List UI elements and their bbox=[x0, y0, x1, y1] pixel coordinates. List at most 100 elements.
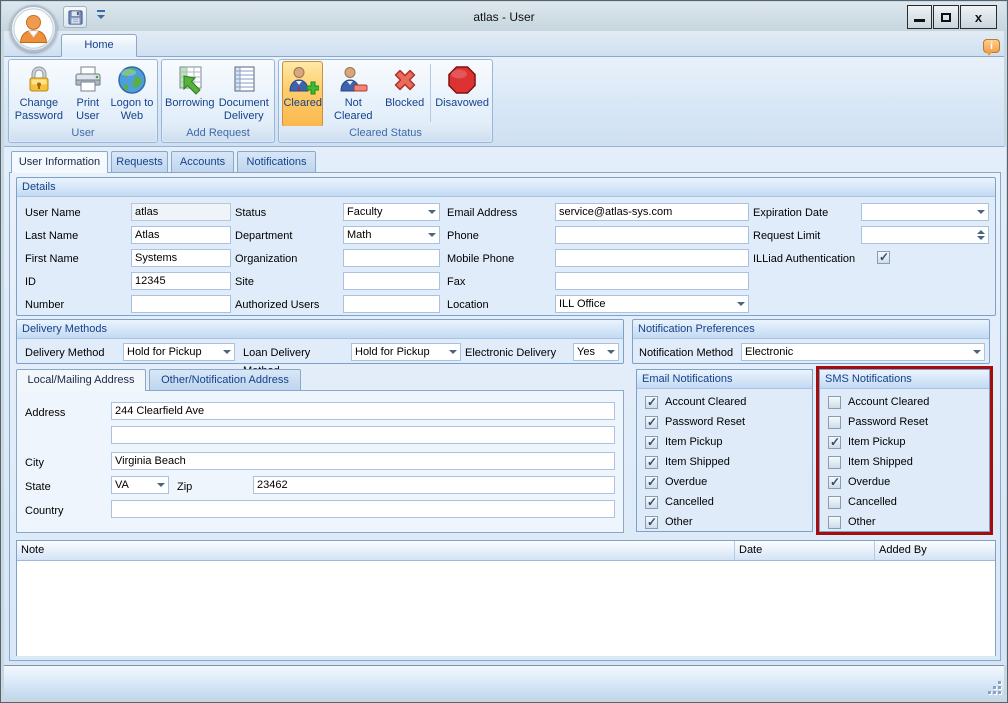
sms-overdue-checkbox[interactable] bbox=[828, 475, 841, 489]
checkbox-label: Item Shipped bbox=[665, 456, 730, 468]
phone-field[interactable] bbox=[555, 226, 749, 244]
app-menu-button[interactable] bbox=[10, 5, 57, 52]
last-name-field[interactable]: Atlas bbox=[131, 226, 231, 244]
state-label: State bbox=[25, 481, 51, 493]
city-field[interactable]: Virginia Beach bbox=[111, 452, 615, 470]
user-name-label: User Name bbox=[25, 207, 81, 219]
tab-other-notification-address[interactable]: Other/Notification Address bbox=[149, 369, 301, 390]
notes-table-body[interactable] bbox=[17, 561, 995, 656]
disavowed-button[interactable]: Disavowed bbox=[435, 61, 489, 127]
state-combo[interactable]: VA bbox=[111, 476, 169, 494]
ribbon-separator bbox=[430, 64, 432, 122]
zip-label: Zip bbox=[177, 481, 193, 493]
close-icon: x bbox=[974, 9, 983, 25]
tab-accounts[interactable]: Accounts bbox=[171, 151, 234, 172]
help-icon[interactable]: i bbox=[983, 39, 1000, 56]
sms-account-cleared-checkbox[interactable] bbox=[828, 395, 841, 409]
not-cleared-button[interactable]: Not Cleared bbox=[325, 61, 381, 127]
address-line2-field[interactable] bbox=[111, 426, 615, 444]
delivery-method-combo[interactable]: Hold for Pickup bbox=[123, 343, 235, 361]
illiad-authentication-label: ILLiad Authentication bbox=[753, 253, 856, 265]
mobile-phone-field[interactable] bbox=[555, 249, 749, 267]
maximize-icon bbox=[941, 12, 951, 22]
sms-cancelled-checkbox[interactable] bbox=[828, 495, 841, 509]
location-label: Location bbox=[447, 299, 489, 311]
column-header-note[interactable]: Note bbox=[17, 541, 735, 560]
maximize-button[interactable] bbox=[933, 5, 959, 29]
checkbox-label: Cancelled bbox=[665, 496, 714, 508]
email-item-pickup-checkbox[interactable] bbox=[645, 435, 658, 449]
cleared-button[interactable]: Cleared bbox=[282, 61, 324, 127]
close-button[interactable]: x bbox=[960, 5, 997, 29]
id-field[interactable]: 12345 bbox=[131, 272, 231, 290]
notes-table-header: Note Date Added By bbox=[17, 541, 995, 561]
local-mailing-address-panel: Address 244 Clearfield Ave City Virginia… bbox=[16, 390, 624, 533]
department-combo[interactable]: Math bbox=[343, 226, 440, 244]
status-combo[interactable]: Faculty bbox=[343, 203, 440, 221]
organization-field[interactable] bbox=[343, 249, 440, 267]
user-name-field[interactable]: atlas bbox=[131, 203, 231, 221]
email-other-checkbox[interactable] bbox=[645, 515, 658, 529]
location-combo[interactable]: ILL Office bbox=[555, 295, 749, 313]
checkbox-label: Password Reset bbox=[848, 416, 929, 428]
tab-notifications[interactable]: Notifications bbox=[237, 151, 316, 172]
dropdown-arrow-icon bbox=[604, 344, 618, 360]
status-bar bbox=[4, 665, 1004, 698]
tab-requests[interactable]: Requests bbox=[111, 151, 168, 172]
checkbox-label: Cancelled bbox=[848, 496, 897, 508]
borrowing-button[interactable]: Borrowing bbox=[165, 61, 215, 127]
notification-method-combo[interactable]: Electronic bbox=[741, 343, 985, 361]
minimize-button[interactable] bbox=[907, 5, 932, 29]
email-overdue-checkbox[interactable] bbox=[645, 475, 658, 489]
site-label: Site bbox=[235, 276, 254, 288]
email-account-cleared-checkbox[interactable] bbox=[645, 395, 658, 409]
checkbox-label: Overdue bbox=[848, 476, 891, 488]
zip-field[interactable]: 23462 bbox=[253, 476, 615, 494]
tab-home[interactable]: Home bbox=[61, 34, 137, 57]
notification-method-label: Notification Method bbox=[639, 347, 734, 359]
email-address-field[interactable]: service@atlas-sys.com bbox=[555, 203, 749, 221]
print-user-button[interactable]: Print User bbox=[68, 61, 108, 127]
electronic-delivery-combo[interactable]: Yes bbox=[573, 343, 619, 361]
qat-dropdown-button[interactable] bbox=[95, 10, 107, 22]
number-field[interactable] bbox=[131, 295, 231, 313]
address-line1-field[interactable]: 244 Clearfield Ave bbox=[111, 402, 615, 420]
sms-highlight-border: SMS Notifications Account Cleared Passwo… bbox=[816, 366, 993, 535]
checkbox-label: Other bbox=[665, 516, 693, 528]
authorized-users-field[interactable] bbox=[343, 295, 440, 313]
sms-item-shipped-checkbox[interactable] bbox=[828, 455, 841, 469]
ribbon-group-label-add-request: Add Request bbox=[163, 126, 273, 141]
request-limit-spinner[interactable] bbox=[861, 226, 989, 244]
spinner-arrows-icon bbox=[974, 227, 988, 243]
first-name-field[interactable]: Systems bbox=[131, 249, 231, 267]
id-label: ID bbox=[25, 276, 36, 288]
logon-to-web-button[interactable]: Logon to Web bbox=[110, 61, 154, 127]
red-x-icon bbox=[394, 69, 415, 91]
tab-local-mailing-address[interactable]: Local/Mailing Address bbox=[16, 369, 146, 391]
tab-user-information[interactable]: User Information bbox=[11, 151, 108, 173]
ribbon-group-cleared-status: Cleared Not Cleared Blocked Disavowed Cl… bbox=[278, 59, 493, 143]
expiration-date-combo[interactable] bbox=[861, 203, 989, 221]
save-button[interactable] bbox=[63, 6, 87, 28]
sms-password-reset-checkbox[interactable] bbox=[828, 415, 841, 429]
change-password-button[interactable]: Change Password bbox=[12, 61, 66, 127]
person-plus-icon bbox=[289, 67, 319, 95]
resize-grip[interactable] bbox=[987, 680, 1001, 694]
email-password-reset-checkbox[interactable] bbox=[645, 415, 658, 429]
column-header-date[interactable]: Date bbox=[735, 541, 875, 560]
fax-field[interactable] bbox=[555, 272, 749, 290]
country-field[interactable] bbox=[111, 500, 615, 518]
column-header-added-by[interactable]: Added By bbox=[875, 541, 995, 560]
illiad-authentication-checkbox[interactable] bbox=[877, 250, 890, 264]
document-delivery-icon bbox=[234, 66, 255, 92]
delivery-method-label: Delivery Method bbox=[25, 347, 105, 359]
email-cancelled-checkbox[interactable] bbox=[645, 495, 658, 509]
loan-delivery-method-combo[interactable]: Hold for Pickup bbox=[351, 343, 461, 361]
sms-item-pickup-checkbox[interactable] bbox=[828, 435, 841, 449]
blocked-button[interactable]: Blocked bbox=[383, 61, 426, 127]
site-field[interactable] bbox=[343, 272, 440, 290]
document-delivery-button[interactable]: Document Delivery bbox=[217, 61, 271, 127]
sms-other-checkbox[interactable] bbox=[828, 515, 841, 529]
email-item-shipped-checkbox[interactable] bbox=[645, 455, 658, 469]
request-limit-label: Request Limit bbox=[753, 230, 821, 242]
